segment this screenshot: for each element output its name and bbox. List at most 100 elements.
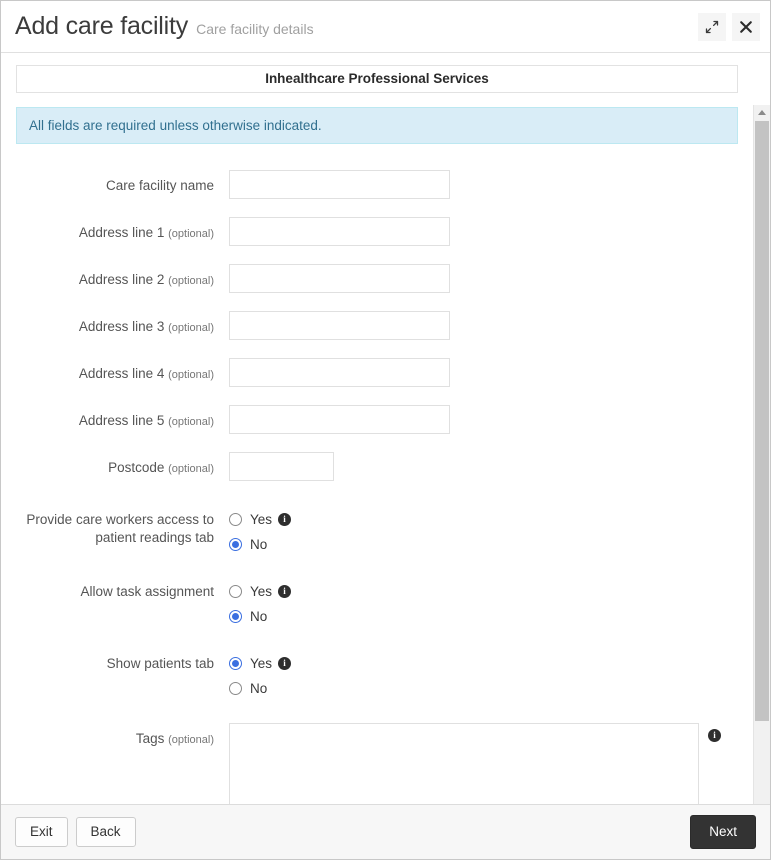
scroll-up-arrow-icon[interactable]: [754, 105, 770, 120]
add-care-facility-modal: Add care facility Care facility details …: [0, 0, 771, 860]
panel-title: Inhealthcare Professional Services: [16, 65, 738, 93]
field-optional-tag: (optional): [168, 275, 214, 287]
postcode-input[interactable]: [229, 452, 334, 481]
radio-control: Yes i No: [229, 579, 738, 629]
info-icon[interactable]: i: [278, 513, 292, 526]
field-label-text: Show patients tab: [106, 656, 214, 671]
vertical-scrollbar[interactable]: [753, 105, 770, 804]
field-control: [229, 452, 738, 481]
address-line-2-input[interactable]: [229, 264, 450, 293]
field-label-text: Address line 5: [78, 413, 165, 428]
form-row-tags: Tags (optional) i: [16, 723, 738, 804]
radio-label-no[interactable]: No: [250, 681, 267, 696]
form-row: Address line 1 (optional): [16, 217, 738, 246]
field-label: Postcode (optional): [16, 452, 229, 478]
field-label-text: Address line 4: [78, 366, 165, 381]
next-button[interactable]: Next: [690, 815, 756, 849]
info-icon[interactable]: i: [278, 585, 292, 598]
radio-label-yes[interactable]: Yes: [250, 512, 272, 527]
field-label-text: Address line 2: [78, 272, 165, 287]
radio-option-yes[interactable]: Yes i: [229, 507, 738, 532]
field-label-text-2: patient readings tab: [95, 530, 214, 545]
radio-option-no[interactable]: No: [229, 604, 738, 629]
field-control: [229, 358, 738, 387]
radio-no-task-assignment[interactable]: [229, 610, 242, 623]
back-button[interactable]: Back: [75, 817, 136, 847]
field-label-text: Allow task assignment: [80, 584, 214, 599]
tags-textarea[interactable]: [229, 723, 699, 804]
radio-label-yes[interactable]: Yes: [250, 656, 272, 671]
page-title: Add care facility: [15, 12, 189, 40]
page-subtitle: Care facility details: [196, 21, 314, 37]
field-optional-tag: (optional): [168, 369, 214, 381]
exit-button[interactable]: Exit: [15, 817, 68, 847]
field-label: Address line 5 (optional): [16, 405, 229, 431]
form-row-radio-group: Show patients tab Yes i No: [16, 651, 738, 701]
form-row-radio-group: Allow task assignment Yes i No: [16, 579, 738, 629]
modal-body: Inhealthcare Professional Services All f…: [1, 53, 770, 804]
field-optional-tag: (optional): [168, 322, 214, 334]
radio-yes-readings[interactable]: [229, 513, 242, 526]
field-label-text: Care facility name: [105, 178, 214, 193]
form-row: Care facility name: [16, 170, 738, 199]
radio-no-patients-tab[interactable]: [229, 682, 242, 695]
radio-label-no[interactable]: No: [250, 609, 267, 624]
field-control: [229, 170, 738, 199]
field-control: [229, 311, 738, 340]
field-label-text: Address line 1: [78, 225, 165, 240]
radio-option-yes[interactable]: Yes i: [229, 651, 738, 676]
field-label: Address line 3 (optional): [16, 311, 229, 337]
care-facility-name-input[interactable]: [229, 170, 450, 199]
field-control: [229, 264, 738, 293]
form-row: Address line 3 (optional): [16, 311, 738, 340]
form-row: Address line 2 (optional): [16, 264, 738, 293]
radio-yes-patients-tab[interactable]: [229, 657, 242, 670]
header-buttons: [698, 12, 760, 41]
form-row: Address line 5 (optional): [16, 405, 738, 434]
radio-option-no[interactable]: No: [229, 676, 738, 701]
radio-control: Yes i No: [229, 507, 738, 557]
address-line-3-input[interactable]: [229, 311, 450, 340]
field-label: Address line 2 (optional): [16, 264, 229, 290]
field-label: Address line 4 (optional): [16, 358, 229, 384]
form-container: Inhealthcare Professional Services All f…: [16, 65, 738, 804]
modal-footer: Exit Back Next: [1, 804, 770, 859]
form-row: Postcode (optional): [16, 452, 738, 481]
info-icon[interactable]: i: [278, 657, 292, 670]
field-control: [229, 217, 738, 246]
field-label: Address line 1 (optional): [16, 217, 229, 243]
field-label: Care facility name: [16, 170, 229, 196]
radio-yes-task-assignment[interactable]: [229, 585, 242, 598]
radio-option-no[interactable]: No: [229, 532, 738, 557]
address-line-5-input[interactable]: [229, 405, 450, 434]
field-label-text: Provide care workers access to: [26, 512, 214, 527]
field-optional-tag: (optional): [168, 416, 214, 428]
modal-header: Add care facility Care facility details: [1, 1, 770, 53]
radio-control: Yes i No: [229, 651, 738, 701]
expand-diagonal-icon[interactable]: [698, 12, 726, 41]
title-wrap: Add care facility Care facility details: [15, 12, 698, 41]
footer-left-buttons: Exit Back: [15, 817, 690, 847]
field-label: Tags (optional): [16, 723, 229, 749]
field-optional-tag: (optional): [168, 463, 214, 475]
tags-control: i: [229, 723, 738, 804]
field-label-text: Tags: [135, 731, 165, 746]
info-icon[interactable]: i: [708, 729, 721, 742]
form-row-radio-group: Provide care workers access to patient r…: [16, 507, 738, 557]
field-label-text: Address line 3: [78, 319, 165, 334]
field-optional-tag: (optional): [168, 734, 214, 746]
field-control: [229, 405, 738, 434]
field-label: Show patients tab: [16, 651, 229, 673]
field-label: Provide care workers access to patient r…: [16, 507, 229, 547]
scrollbar-thumb[interactable]: [755, 121, 769, 721]
radio-label-no[interactable]: No: [250, 537, 267, 552]
field-label-text: Postcode: [108, 460, 165, 475]
radio-label-yes[interactable]: Yes: [250, 584, 272, 599]
field-label: Allow task assignment: [16, 579, 229, 601]
radio-option-yes[interactable]: Yes i: [229, 579, 738, 604]
address-line-4-input[interactable]: [229, 358, 450, 387]
address-line-1-input[interactable]: [229, 217, 450, 246]
radio-no-readings[interactable]: [229, 538, 242, 551]
close-icon[interactable]: [732, 12, 760, 41]
form-row: Address line 4 (optional): [16, 358, 738, 387]
